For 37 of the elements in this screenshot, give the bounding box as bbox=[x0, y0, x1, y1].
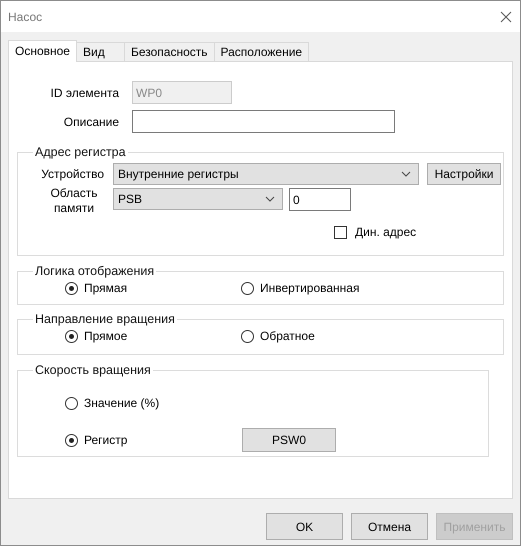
field-label: ID элемента bbox=[50, 86, 119, 100]
radio-label: Прямое bbox=[84, 329, 128, 343]
chevron-down-icon bbox=[401, 171, 411, 177]
memory-area-dropdown[interactable]: PSB bbox=[113, 188, 283, 210]
checkbox-label: Дин. адрес bbox=[355, 225, 416, 239]
field-label: Область памяти bbox=[49, 186, 99, 216]
radio-label: Значение (%) bbox=[84, 396, 160, 410]
radio-button[interactable] bbox=[65, 330, 78, 342]
device-dropdown[interactable]: Внутренние регистры bbox=[113, 163, 419, 185]
group-title: Направление вращения bbox=[34, 312, 176, 326]
field-label: Описание bbox=[62, 114, 119, 128]
tab[interactable]: Расположение bbox=[214, 42, 310, 61]
radio-button[interactable] bbox=[241, 282, 254, 294]
group-title: Логика отображения bbox=[34, 264, 156, 278]
window-title: Насос bbox=[8, 10, 42, 24]
dialog-button[interactable]: OK bbox=[266, 513, 343, 540]
group-title: Адрес регистра bbox=[34, 145, 127, 159]
close-icon[interactable] bbox=[500, 10, 512, 22]
dialog-button[interactable]: Отмена bbox=[351, 513, 428, 540]
description-input-field[interactable] bbox=[132, 110, 395, 133]
field-label: Устройство bbox=[40, 167, 104, 181]
group-title: Скорость вращения bbox=[34, 363, 152, 377]
tab[interactable]: Вид bbox=[76, 42, 125, 61]
radio-button[interactable] bbox=[65, 396, 78, 410]
checkbox[interactable] bbox=[334, 226, 347, 238]
radio-label: Инвертированная bbox=[260, 281, 360, 295]
chevron-down-icon bbox=[265, 196, 275, 202]
settings-button[interactable]: Настройки bbox=[427, 163, 501, 185]
radio-button[interactable] bbox=[65, 282, 78, 294]
tab[interactable]: Основное bbox=[8, 40, 77, 62]
address-input-field[interactable]: 0 bbox=[289, 188, 351, 211]
radio-label: Регистр bbox=[84, 433, 128, 447]
radio-label: Прямая bbox=[84, 281, 128, 295]
radio-button[interactable] bbox=[65, 434, 78, 446]
radio-label: Обратное bbox=[260, 329, 315, 343]
register-button[interactable]: PSW0 bbox=[242, 428, 336, 452]
radio-button[interactable] bbox=[241, 330, 254, 342]
